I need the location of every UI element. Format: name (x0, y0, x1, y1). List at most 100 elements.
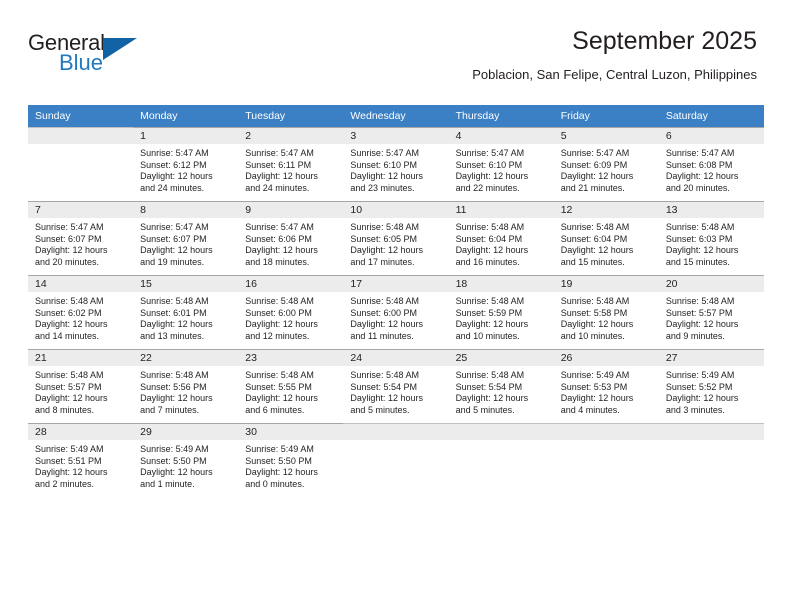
sunrise-text: Sunrise: 5:48 AM (140, 370, 209, 380)
calendar-day-cell[interactable]: 19 Sunrise: 5:48 AM Sunset: 5:58 PM Dayligh… (553, 275, 659, 349)
day-number: 18 (448, 276, 554, 292)
day-number (448, 424, 554, 440)
calendar-day-cell[interactable]: 1 Sunrise: 5:47 AM Sunset: 6:12 PM Daylight… (133, 127, 239, 201)
sunset-text: Sunset: 6:10 PM (455, 159, 523, 170)
calendar-day-cell[interactable]: 12 Sunrise: 5:48 AM Sunset: 6:04 PM Dayligh… (553, 201, 659, 275)
calendar-day-cell[interactable]: 23 Sunrise: 5:48 AM Sunset: 5:55 PM Dayligh… (238, 349, 344, 423)
day-cell-inner: 24 Sunrise: 5:48 AM Sunset: 5:54 PM Dayligh… (343, 349, 449, 423)
calendar-day-cell[interactable]: 14 Sunrise: 5:48 AM Sunset: 6:02 PM Dayligh… (28, 275, 134, 349)
day-number (553, 424, 659, 440)
day-cell-inner: 27 Sunrise: 5:49 AM Sunset: 5:52 PM Dayligh… (658, 349, 764, 423)
daylight-text-line2: and 3 minutes. (665, 404, 725, 415)
sunset-text: Sunset: 6:06 PM (245, 233, 312, 244)
daylight-text-line1: Daylight: 12 hours (140, 393, 213, 404)
daylight-text-line2: and 1 minute. (140, 478, 195, 489)
calendar-header-row: Sunday Monday Tuesday Wednesday Thursday Frid… (28, 105, 764, 127)
sunrise-text: Sunrise: 5:48 AM (455, 222, 525, 232)
daylight-text-line1: Daylight: 12 hours (560, 245, 634, 256)
calendar-day-cell[interactable]: 11 Sunrise: 5:48 AM Sunset: 6:04 PM Dayligh… (448, 201, 554, 275)
day-details: Sunrise: 5:48 AM Sunset: 6:00 PM Daylight:… (343, 292, 448, 342)
day-details: Sunrise: 5:48 AM Sunset: 6:05 PM Daylight:… (343, 218, 448, 268)
sunset-text: Sunset: 5:50 PM (245, 455, 312, 466)
sunrise-text: Sunrise: 5:48 AM (245, 296, 314, 306)
daylight-text-line2: and 13 minutes. (140, 330, 205, 341)
calendar-day-cell[interactable]: 17 Sunrise: 5:48 AM Sunset: 6:00 PM Dayligh… (343, 275, 449, 349)
calendar-day-cell[interactable]: 26 Sunrise: 5:49 AM Sunset: 5:53 PM Dayligh… (553, 349, 659, 423)
calendar-day-cell[interactable]: 7 Sunrise: 5:47 AM Sunset: 6:07 PM Daylight… (28, 201, 134, 275)
calendar-day-cell[interactable]: 8 Sunrise: 5:47 AM Sunset: 6:07 PM Daylight… (133, 201, 239, 275)
daylight-text-line1: Daylight: 12 hours (35, 245, 108, 256)
day-number: 8 (133, 202, 239, 218)
day-details: Sunrise: 5:48 AM Sunset: 5:56 PM Daylight:… (133, 366, 238, 416)
daylight-text-line1: Daylight: 12 hours (560, 393, 634, 404)
daylight-text-line2: and 12 minutes. (245, 330, 310, 341)
sunrise-text: Sunrise: 5:48 AM (245, 370, 314, 380)
calendar-day-cell[interactable]: 9 Sunrise: 5:47 AM Sunset: 6:06 PM Daylight… (238, 201, 344, 275)
calendar-day-cell[interactable]: 16 Sunrise: 5:48 AM Sunset: 6:00 PM Dayligh… (238, 275, 344, 349)
daylight-text-line1: Daylight: 12 hours (140, 245, 213, 256)
day-cell-inner (553, 423, 659, 497)
daylight-text-line1: Daylight: 12 hours (560, 319, 634, 330)
day-cell-inner: 21 Sunrise: 5:48 AM Sunset: 5:57 PM Dayligh… (28, 349, 134, 423)
daylight-text-line1: Daylight: 12 hours (245, 467, 318, 478)
calendar-day-cell[interactable]: 10 Sunrise: 5:48 AM Sunset: 6:05 PM Dayligh… (343, 201, 449, 275)
calendar-day-cell[interactable]: 27 Sunrise: 5:49 AM Sunset: 5:52 PM Dayligh… (658, 349, 764, 423)
daylight-text-line1: Daylight: 12 hours (350, 393, 423, 404)
daylight-text-line2: and 9 minutes. (665, 330, 725, 341)
day-details: Sunrise: 5:48 AM Sunset: 6:00 PM Daylight:… (238, 292, 343, 342)
calendar-day-cell[interactable]: 21 Sunrise: 5:48 AM Sunset: 5:57 PM Dayligh… (28, 349, 134, 423)
sunset-text: Sunset: 5:54 PM (350, 381, 417, 392)
calendar-empty-cell (28, 127, 134, 201)
sunset-text: Sunset: 6:04 PM (455, 233, 523, 244)
sunrise-text: Sunrise: 5:48 AM (350, 370, 419, 380)
daylight-text-line2: and 11 minutes. (350, 330, 414, 341)
daylight-text-line1: Daylight: 12 hours (350, 171, 423, 182)
calendar-day-cell[interactable]: 24 Sunrise: 5:48 AM Sunset: 5:54 PM Dayligh… (343, 349, 449, 423)
calendar-day-cell[interactable]: 25 Sunrise: 5:48 AM Sunset: 5:54 PM Dayligh… (448, 349, 554, 423)
sunset-text: Sunset: 5:57 PM (665, 307, 733, 318)
daylight-text-line1: Daylight: 12 hours (245, 245, 318, 256)
day-details: Sunrise: 5:48 AM Sunset: 5:55 PM Daylight:… (238, 366, 343, 416)
calendar-week-row: 14 Sunrise: 5:48 AM Sunset: 6:02 PM Dayligh… (28, 275, 764, 349)
calendar-day-cell[interactable]: 28 Sunrise: 5:49 AM Sunset: 5:51 PM Dayligh… (28, 423, 134, 497)
day-number: 4 (448, 128, 554, 144)
calendar-day-cell[interactable]: 22 Sunrise: 5:48 AM Sunset: 5:56 PM Dayligh… (133, 349, 239, 423)
day-number: 21 (28, 350, 134, 366)
calendar-day-cell[interactable]: 4 Sunrise: 5:47 AM Sunset: 6:10 PM Daylight… (448, 127, 554, 201)
calendar-day-cell[interactable]: 30 Sunrise: 5:49 AM Sunset: 5:50 PM Dayligh… (238, 423, 344, 497)
calendar-day-cell[interactable]: 20 Sunrise: 5:48 AM Sunset: 5:57 PM Dayligh… (658, 275, 764, 349)
day-number: 30 (238, 424, 344, 440)
day-number: 1 (133, 128, 239, 144)
brand-logo[interactable]: General Blue (28, 30, 168, 80)
day-cell-inner: 18 Sunrise: 5:48 AM Sunset: 5:59 PM Dayligh… (448, 275, 554, 349)
daylight-text-line1: Daylight: 12 hours (245, 171, 318, 182)
day-details: Sunrise: 5:47 AM Sunset: 6:10 PM Daylight:… (449, 144, 554, 194)
day-details: Sunrise: 5:47 AM Sunset: 6:10 PM Daylight:… (343, 144, 448, 194)
day-details: Sunrise: 5:48 AM Sunset: 6:04 PM Daylight:… (554, 218, 659, 268)
day-cell-inner: 11 Sunrise: 5:48 AM Sunset: 6:04 PM Dayligh… (448, 201, 554, 275)
sunset-text: Sunset: 5:56 PM (140, 381, 207, 392)
calendar-day-cell[interactable]: 13 Sunrise: 5:48 AM Sunset: 6:03 PM Dayligh… (658, 201, 764, 275)
calendar-day-cell[interactable]: 2 Sunrise: 5:47 AM Sunset: 6:11 PM Daylight… (238, 127, 344, 201)
daylight-text-line1: Daylight: 12 hours (35, 393, 108, 404)
sunrise-text: Sunrise: 5:48 AM (665, 222, 735, 232)
calendar-day-cell[interactable]: 5 Sunrise: 5:47 AM Sunset: 6:09 PM Daylight… (553, 127, 659, 201)
calendar-day-cell[interactable]: 3 Sunrise: 5:47 AM Sunset: 6:10 PM Daylight… (343, 127, 449, 201)
day-number: 9 (238, 202, 344, 218)
calendar-day-cell[interactable]: 29 Sunrise: 5:49 AM Sunset: 5:50 PM Dayligh… (133, 423, 239, 497)
calendar-day-cell[interactable]: 18 Sunrise: 5:48 AM Sunset: 5:59 PM Dayligh… (448, 275, 554, 349)
day-cell-inner: 1 Sunrise: 5:47 AM Sunset: 6:12 PM Daylight… (133, 127, 239, 201)
calendar-day-cell[interactable]: 15 Sunrise: 5:48 AM Sunset: 6:01 PM Dayligh… (133, 275, 239, 349)
day-details: Sunrise: 5:48 AM Sunset: 5:59 PM Daylight:… (449, 292, 554, 342)
sunrise-text: Sunrise: 5:47 AM (455, 148, 525, 158)
day-details: Sunrise: 5:49 AM Sunset: 5:50 PM Daylight:… (133, 440, 238, 490)
sunset-text: Sunset: 6:00 PM (245, 307, 312, 318)
sunrise-text: Sunrise: 5:49 AM (665, 370, 735, 380)
calendar-week-row: 7 Sunrise: 5:47 AM Sunset: 6:07 PM Daylight… (28, 201, 764, 275)
sunrise-text: Sunrise: 5:47 AM (560, 148, 630, 158)
sunset-text: Sunset: 5:55 PM (245, 381, 312, 392)
sunrise-text: Sunrise: 5:47 AM (665, 148, 735, 158)
daylight-text-line2: and 15 minutes. (665, 256, 730, 267)
calendar-day-cell[interactable]: 6 Sunrise: 5:47 AM Sunset: 6:08 PM Daylight… (658, 127, 764, 201)
day-details: Sunrise: 5:48 AM Sunset: 5:57 PM Daylight:… (659, 292, 764, 342)
